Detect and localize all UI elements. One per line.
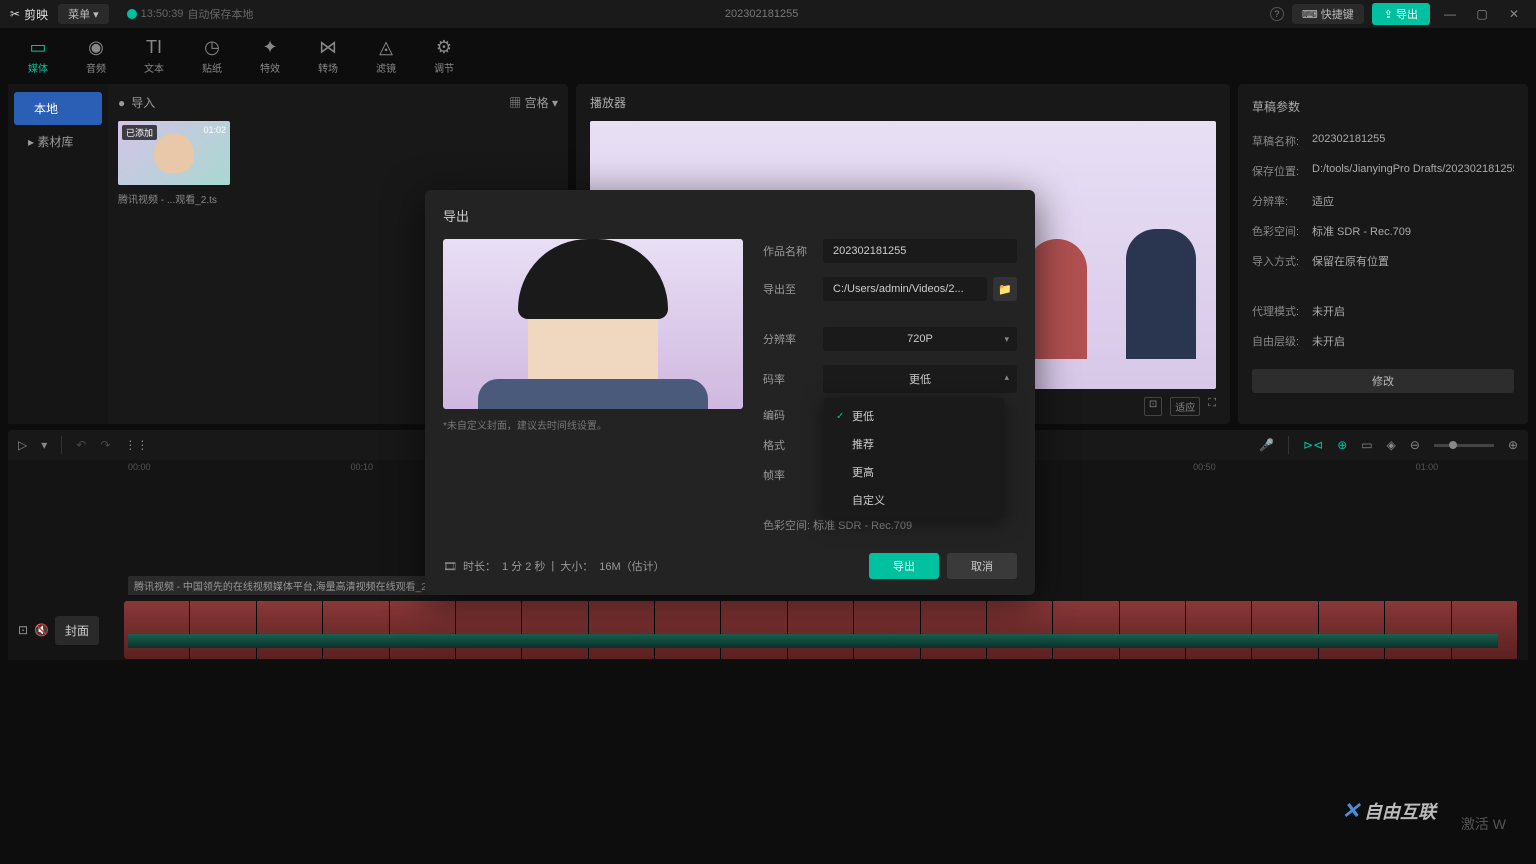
export-modal: 导出 *未自定义封面，建议去时间线设置。 作品名称 导出至 📁 bbox=[425, 190, 1035, 595]
form-path-label: 导出至 bbox=[763, 281, 823, 297]
form-fps-label: 帧率 bbox=[763, 467, 823, 483]
dd-option-higher[interactable]: 更高 bbox=[824, 458, 1004, 486]
export-info: 🎞 时长：1 分 2 秒 | 大小：16M（估计） bbox=[443, 558, 665, 574]
activate-text: 激活 W bbox=[1461, 814, 1506, 834]
export-modal-overlay: 导出 *未自定义封面，建议去时间线设置。 作品名称 导出至 📁 bbox=[0, 0, 1536, 864]
form-name-label: 作品名称 bbox=[763, 243, 823, 259]
export-preview bbox=[443, 239, 743, 409]
modal-title: 导出 bbox=[443, 206, 1017, 225]
film-icon: 🎞 bbox=[443, 560, 457, 573]
path-input[interactable] bbox=[823, 277, 987, 301]
export-form: 作品名称 导出至 📁 分辨率 720P▾ 码率 更低▴ bbox=[763, 239, 1017, 533]
form-res-label: 分辨率 bbox=[763, 331, 823, 347]
name-input[interactable] bbox=[823, 239, 1017, 263]
dd-option-lower[interactable]: ✓更低 bbox=[824, 402, 1004, 430]
bitrate-select[interactable]: 更低▴ bbox=[823, 365, 1017, 393]
dd-option-custom[interactable]: 自定义 bbox=[824, 486, 1004, 514]
form-bitrate-label: 码率 bbox=[763, 371, 823, 387]
colorspace-text: 色彩空间: 标准 SDR - Rec.709 bbox=[763, 517, 1017, 533]
preview-tip: *未自定义封面，建议去时间线设置。 bbox=[443, 417, 743, 432]
bitrate-dropdown: ✓更低 推荐 更高 自定义 bbox=[824, 398, 1004, 518]
dd-option-recommend[interactable]: 推荐 bbox=[824, 430, 1004, 458]
export-confirm-button[interactable]: 导出 bbox=[869, 553, 939, 579]
cancel-button[interactable]: 取消 bbox=[947, 553, 1017, 579]
folder-icon[interactable]: 📁 bbox=[993, 277, 1017, 301]
form-encode-label: 编码 bbox=[763, 407, 823, 423]
form-format-label: 格式 bbox=[763, 437, 823, 453]
watermark: ✕自由互联 bbox=[1342, 798, 1436, 824]
resolution-select[interactable]: 720P▾ bbox=[823, 327, 1017, 351]
